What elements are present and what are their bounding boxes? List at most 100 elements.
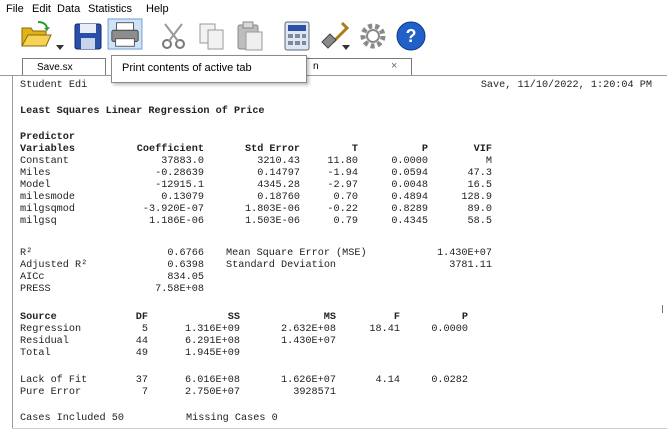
- coef-vif: M: [485, 156, 492, 167]
- coef-stderr: 1.503E-06: [244, 216, 300, 227]
- coef-stderr: 0.14797: [257, 168, 300, 179]
- menu-help[interactable]: Help: [146, 3, 169, 15]
- anova-header-p: P: [461, 312, 468, 323]
- help-icon[interactable]: ?: [395, 20, 427, 52]
- coef-value: 37883.0: [161, 156, 204, 167]
- lack-ms: 3928571: [293, 387, 336, 398]
- anova-header-df: DF: [135, 312, 148, 323]
- r2-value: 0.6766: [167, 248, 204, 259]
- coef-value: 1.186E-06: [148, 216, 204, 227]
- anova-ss: 6.291E+08: [184, 336, 240, 347]
- coef-header-coefficient: Coefficient: [136, 144, 204, 155]
- aicc-value: 834.05: [167, 272, 204, 283]
- lack-f: 4.14: [375, 375, 400, 386]
- lack-source: Pure Error: [20, 387, 82, 398]
- anova-p: 0.0000: [431, 324, 468, 335]
- adj-r2-value: 0.6398: [167, 260, 204, 271]
- menu-statistics[interactable]: Statistics: [88, 3, 132, 15]
- coef-vif: 47.3: [467, 168, 492, 179]
- coef-t: -1.94: [327, 168, 358, 179]
- sd-label: Standard Deviation: [226, 260, 337, 271]
- print-icon[interactable]: [106, 18, 144, 50]
- menu-file[interactable]: File: [6, 3, 24, 15]
- coef-vif: 128.9: [461, 192, 492, 203]
- menu-edit[interactable]: Edit: [32, 3, 51, 15]
- report-title: Least Squares Linear Regression of Price: [20, 106, 265, 117]
- editor-left-edge: [12, 76, 13, 428]
- scroll-indicator[interactable]: [662, 305, 667, 313]
- open-folder-icon[interactable]: [20, 20, 52, 52]
- coef-value: 0.13079: [161, 192, 204, 203]
- coef-vif: 16.5: [467, 180, 492, 191]
- coef-value: -0.28639: [155, 168, 204, 179]
- coef-header-variables: Variables: [20, 144, 76, 155]
- anova-ss: 1.945E+09: [184, 348, 240, 359]
- coef-var: Constant: [20, 156, 69, 167]
- cut-icon[interactable]: [158, 20, 190, 52]
- coef-p: 0.0594: [391, 168, 428, 179]
- lack-ss: 2.750E+07: [184, 387, 240, 398]
- cases-included: Cases Included 50: [20, 413, 124, 424]
- anova-header-ss: SS: [227, 312, 240, 323]
- paste-icon[interactable]: [234, 20, 266, 52]
- sd-value: 3781.11: [449, 260, 492, 271]
- tab-save-label: Save.sx: [37, 62, 73, 73]
- toolbar: ?: [0, 18, 667, 54]
- coef-stderr: 3210.43: [257, 156, 300, 167]
- aicc-label: AICc: [20, 272, 45, 283]
- anova-df: 5: [141, 324, 148, 335]
- calculator-icon[interactable]: [283, 20, 311, 52]
- report-editor[interactable]: Student Edi Save, 11/10/2022, 1:20:04 PM…: [0, 76, 667, 442]
- coef-p: 0.8289: [391, 204, 428, 215]
- coef-stderr: 1.803E-06: [244, 204, 300, 215]
- mse-label: Mean Square Error (MSE): [226, 248, 367, 259]
- press-value: 7.58E+08: [155, 284, 204, 295]
- coef-p: 0.4345: [391, 216, 428, 227]
- anova-df: 44: [135, 336, 148, 347]
- coef-var: milesmode: [20, 192, 76, 203]
- coef-header-vif: VIF: [473, 144, 492, 155]
- tooltip-text: Print contents of active tab: [122, 62, 252, 74]
- tab-strip: Save.sx n ×: [0, 54, 667, 77]
- coef-stderr: 4345.28: [257, 180, 300, 191]
- svg-text:?: ?: [406, 26, 417, 46]
- tab-output-label: n: [313, 61, 319, 72]
- r2-label: R²: [20, 248, 33, 259]
- lack-df: 7: [141, 387, 148, 398]
- coef-var: milgsq: [20, 216, 57, 227]
- coef-p: 0.0000: [391, 156, 428, 167]
- coef-var: Model: [20, 180, 51, 191]
- coef-value: -3.920E-07: [142, 204, 204, 215]
- lack-df: 37: [135, 375, 148, 386]
- press-label: PRESS: [20, 284, 51, 295]
- close-icon[interactable]: ×: [391, 60, 397, 72]
- coef-t: 0.70: [333, 192, 358, 203]
- coef-header-t: T: [351, 144, 358, 155]
- coef-t: -2.97: [327, 180, 358, 191]
- anova-ms: 1.430E+07: [280, 336, 336, 347]
- coef-p: 0.4894: [391, 192, 428, 203]
- coef-p: 0.0048: [391, 180, 428, 191]
- copy-icon[interactable]: [196, 20, 228, 52]
- anova-ss: 1.316E+09: [184, 324, 240, 335]
- editor-bottom-edge: [12, 428, 667, 429]
- coef-t: -0.22: [327, 204, 358, 215]
- anova-header-ms: MS: [323, 312, 336, 323]
- coef-vif: 58.5: [467, 216, 492, 227]
- report-header-left: Student Edi: [20, 80, 88, 91]
- anova-header-source: Source: [20, 312, 57, 323]
- missing-cases: Missing Cases 0: [186, 413, 278, 424]
- lack-ms: 1.626E+07: [280, 375, 336, 386]
- predictor-label: Predictor: [20, 132, 76, 143]
- report-header-right: Save, 11/10/2022, 1:20:04 PM: [480, 80, 652, 91]
- anova-source: Residual: [20, 336, 69, 347]
- menu-data[interactable]: Data: [57, 3, 80, 15]
- menu-bar: File Edit Data Statistics Help: [0, 0, 667, 18]
- coef-t: 11.80: [327, 156, 358, 167]
- save-icon[interactable]: [73, 20, 103, 52]
- anova-header-f: F: [393, 312, 400, 323]
- coef-stderr: 0.18760: [257, 192, 300, 203]
- coef-header-p: P: [421, 144, 428, 155]
- coef-header-stderr: Std Error: [244, 144, 300, 155]
- gear-icon[interactable]: [357, 20, 389, 52]
